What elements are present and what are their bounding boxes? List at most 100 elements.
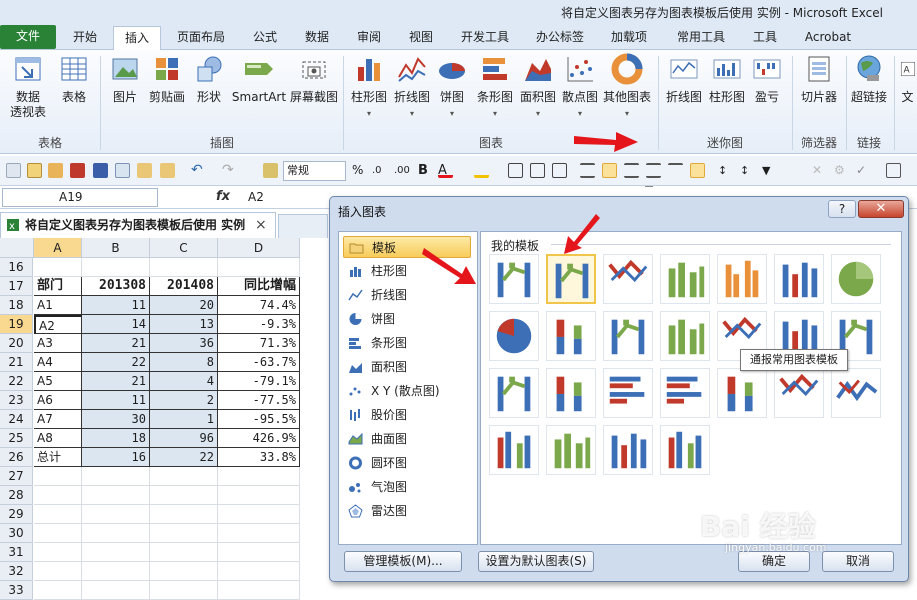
cell-a17[interactable]: 部门 [34, 277, 82, 296]
cell-d30[interactable] [218, 524, 300, 543]
workbook-close-icon[interactable]: × [255, 217, 267, 233]
cell-b27[interactable] [82, 467, 150, 486]
chart-template-thumbnail[interactable] [774, 254, 824, 304]
disabled-tool-icon[interactable]: ✕ [812, 163, 827, 178]
cell-d29[interactable] [218, 505, 300, 524]
workbook-tab[interactable]: 将自定义图表另存为图表模板后使用 实例 [0, 212, 276, 238]
cell-b30[interactable] [82, 524, 150, 543]
cell-b21[interactable]: 22 [82, 353, 150, 372]
sort-asc-icon[interactable]: ↕ [718, 163, 733, 178]
cell-b22[interactable]: 21 [82, 372, 150, 391]
align-top-icon[interactable] [668, 163, 683, 178]
cell-a24[interactable]: A7 [34, 410, 82, 429]
cell-d24[interactable]: -95.5% [218, 410, 300, 429]
sort-desc-icon[interactable]: ↕ [740, 163, 755, 178]
tab-tools[interactable]: 工具 [743, 26, 787, 50]
category-radar[interactable]: 雷达图 [343, 500, 471, 522]
column-header[interactable]: B [82, 238, 150, 258]
chart-template-thumbnail[interactable] [717, 254, 767, 304]
chart-template-thumbnail[interactable] [489, 254, 539, 304]
cell-a20[interactable]: A3 [34, 334, 82, 353]
chart-template-thumbnail[interactable] [831, 368, 881, 418]
cell-a16[interactable] [34, 258, 82, 277]
chart-template-thumbnail[interactable] [546, 368, 596, 418]
chart-template-thumbnail[interactable] [546, 254, 596, 304]
number-format-select[interactable]: 常规 [283, 161, 346, 181]
cell-a26[interactable]: 总计 [34, 448, 82, 467]
picture-button[interactable]: 图片 [106, 53, 144, 105]
cell-b33[interactable] [82, 581, 150, 600]
cell-c30[interactable] [150, 524, 218, 543]
chart-template-thumbnail[interactable] [489, 311, 539, 361]
cell-d33[interactable] [218, 581, 300, 600]
formula-input[interactable]: A2 [248, 190, 264, 204]
column-chart-button[interactable]: 柱形图 ▾ [348, 53, 390, 119]
cell-b17[interactable]: 201308 [82, 277, 150, 296]
chart-template-thumbnail[interactable] [717, 368, 767, 418]
print-icon[interactable] [115, 163, 130, 178]
cell-a32[interactable] [34, 562, 82, 581]
cell-b31[interactable] [82, 543, 150, 562]
align-right-icon[interactable] [646, 163, 661, 178]
cell-a27[interactable] [34, 467, 82, 486]
row-header[interactable]: 29 [0, 505, 33, 524]
chart-template-thumbnail[interactable] [660, 425, 710, 475]
row-header[interactable]: 30 [0, 524, 33, 543]
open-icon[interactable] [27, 163, 42, 178]
chart-template-thumbnail[interactable] [489, 425, 539, 475]
category-scatter[interactable]: X Y (散点图) [343, 380, 471, 402]
cell-d31[interactable] [218, 543, 300, 562]
cancel-button[interactable]: 取消 [822, 551, 894, 572]
tab-file[interactable]: 文件 [0, 25, 56, 49]
clipart-button[interactable]: 剪贴画 [146, 53, 188, 105]
select-all-corner[interactable] [0, 238, 34, 258]
merge-cells-icon[interactable] [530, 163, 545, 178]
cell-c26[interactable]: 22 [150, 448, 218, 467]
cell-c23[interactable]: 2 [150, 391, 218, 410]
borders-icon[interactable] [508, 163, 523, 178]
chart-template-thumbnail[interactable] [660, 254, 710, 304]
cell-a28[interactable] [34, 486, 82, 505]
cell-b26[interactable]: 16 [82, 448, 150, 467]
row-header[interactable]: 16 [0, 258, 33, 277]
cell-a33[interactable] [34, 581, 82, 600]
new-icon[interactable] [6, 163, 21, 178]
cell-c25[interactable]: 96 [150, 429, 218, 448]
cell-d17[interactable]: 同比增幅 [218, 277, 300, 296]
category-doughnut[interactable]: 圆环图 [343, 452, 471, 474]
cell-b25[interactable]: 18 [82, 429, 150, 448]
set-default-chart-button[interactable]: 设置为默认图表(S) [478, 551, 594, 572]
row-header[interactable]: 33 [0, 581, 33, 600]
column-header[interactable]: D [218, 238, 300, 258]
cell-b20[interactable]: 21 [82, 334, 150, 353]
bold-icon[interactable]: B [418, 163, 433, 178]
cell-d23[interactable]: -77.5% [218, 391, 300, 410]
cell-a29[interactable] [34, 505, 82, 524]
cell-d16[interactable] [218, 258, 300, 277]
row-header[interactable]: 27 [0, 467, 33, 486]
category-area[interactable]: 面积图 [343, 356, 471, 378]
extra-tool-icon[interactable] [886, 163, 901, 178]
cell-d21[interactable]: -63.7% [218, 353, 300, 372]
sparkline-line-button[interactable]: 折线图 [662, 53, 706, 105]
folder-icon[interactable] [48, 163, 63, 178]
tab-addins[interactable]: 加载项 [601, 26, 657, 50]
cell-d25[interactable]: 426.9% [218, 429, 300, 448]
disabled-tool-icon[interactable]: ⚙ [834, 163, 849, 178]
category-stock[interactable]: 股价图 [343, 404, 471, 426]
chart-template-thumbnail[interactable] [660, 311, 710, 361]
other-charts-button[interactable]: 其他图表 ▾ [602, 53, 652, 119]
cell-d27[interactable] [218, 467, 300, 486]
paste-special-icon[interactable] [160, 163, 175, 178]
cell-d20[interactable]: 71.3% [218, 334, 300, 353]
format-painter-icon[interactable] [263, 163, 278, 178]
area-chart-button[interactable]: 面积图 ▾ [518, 53, 558, 119]
pivot-table-button[interactable]: 数据 透视表 [4, 53, 52, 120]
close-button[interactable]: ✕ [858, 200, 904, 218]
column-header[interactable]: A [34, 238, 82, 258]
cell-d18[interactable]: 74.4% [218, 296, 300, 315]
row-header[interactable]: 25 [0, 429, 33, 448]
bar-chart-button[interactable]: 条形图 ▾ [474, 53, 516, 119]
percent-icon[interactable]: % [352, 163, 367, 178]
cell-c22[interactable]: 4 [150, 372, 218, 391]
